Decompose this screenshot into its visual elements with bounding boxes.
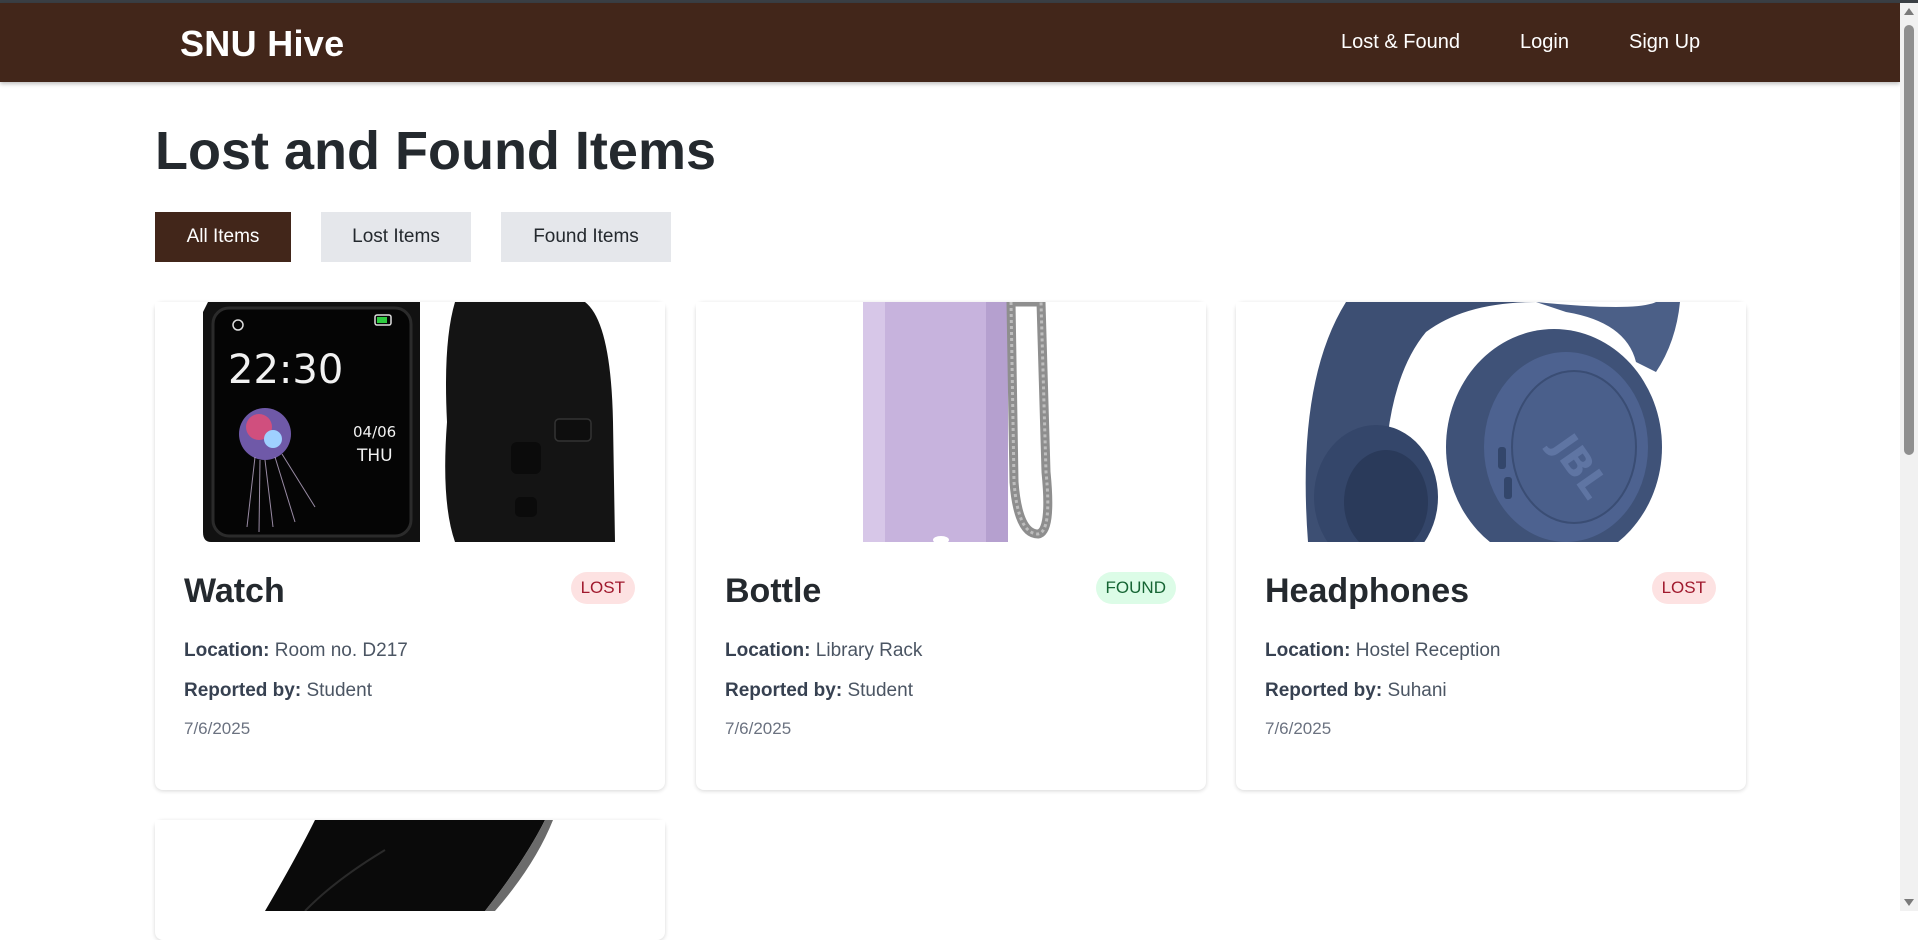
watch-time-text: 22:30	[228, 347, 343, 393]
location-label: Location:	[1265, 640, 1351, 661]
reported-by-label: Reported by:	[1265, 680, 1383, 701]
nav-signup-link[interactable]: Sign Up	[1629, 31, 1700, 54]
nav-login-link[interactable]: Login	[1520, 31, 1569, 54]
item-reporter: Reported by: Suhani	[1265, 680, 1447, 702]
item-reporter: Reported by: Student	[725, 680, 913, 702]
item-date: 7/6/2025	[1265, 719, 1332, 738]
reported-by-value: Suhani	[1387, 680, 1447, 701]
brand-logo[interactable]: SNU Hive	[180, 23, 344, 65]
location-value: Room no. D217	[274, 640, 408, 661]
status-badge-lost: LOST	[570, 572, 635, 604]
item-card-headphones[interactable]: JBL Headphones LOST Location: Hostel Rec…	[1236, 302, 1746, 790]
item-image-headphones: JBL	[1236, 302, 1746, 542]
location-label: Location:	[725, 640, 811, 661]
reported-by-value: Student	[306, 680, 372, 701]
page-scrollbar[interactable]	[1900, 3, 1918, 911]
filter-lost-items-button[interactable]: Lost Items	[321, 212, 471, 262]
watch-date-text: 04/06	[353, 423, 396, 441]
filter-found-items-button[interactable]: Found Items	[501, 212, 671, 262]
item-location: Location: Room no. D217	[184, 640, 408, 662]
item-date: 7/6/2025	[725, 719, 792, 738]
item-card-bottle[interactable]: Bottle FOUND Location: Library Rack Repo…	[696, 302, 1206, 790]
scroll-up-arrow-icon[interactable]	[1904, 8, 1914, 15]
filter-all-items-button[interactable]: All Items	[155, 212, 291, 262]
scrollbar-thumb[interactable]	[1904, 25, 1914, 455]
navbar: SNU Hive Lost & Found Login Sign Up	[0, 3, 1900, 82]
location-value: Hostel Reception	[1355, 640, 1501, 661]
item-image-umbrella	[155, 820, 665, 911]
item-name: Headphones	[1265, 572, 1470, 610]
reported-by-value: Student	[847, 680, 913, 701]
item-image-watch: 22:30 04/06 THU	[155, 302, 665, 542]
reported-by-label: Reported by:	[725, 680, 843, 701]
location-value: Library Rack	[815, 640, 923, 661]
item-location: Location: Library Rack	[725, 640, 922, 662]
status-badge-lost: LOST	[1651, 572, 1716, 604]
item-date: 7/6/2025	[184, 719, 251, 738]
item-card-umbrella[interactable]	[155, 820, 665, 940]
item-image-bottle	[696, 302, 1206, 542]
item-name: Bottle	[725, 572, 822, 610]
page-title: Lost and Found Items	[155, 121, 716, 181]
item-card-watch[interactable]: 22:30 04/06 THU Watch LOST Location: Roo…	[155, 302, 665, 790]
watch-day-text: THU	[356, 446, 393, 466]
item-location: Location: Hostel Reception	[1265, 640, 1500, 662]
item-name: Watch	[184, 572, 285, 610]
nav-lost-found-link[interactable]: Lost & Found	[1341, 31, 1460, 54]
scroll-down-arrow-icon[interactable]	[1904, 899, 1914, 906]
status-badge-found: FOUND	[1095, 572, 1176, 604]
reported-by-label: Reported by:	[184, 680, 302, 701]
item-reporter: Reported by: Student	[184, 680, 372, 702]
location-label: Location:	[184, 640, 270, 661]
